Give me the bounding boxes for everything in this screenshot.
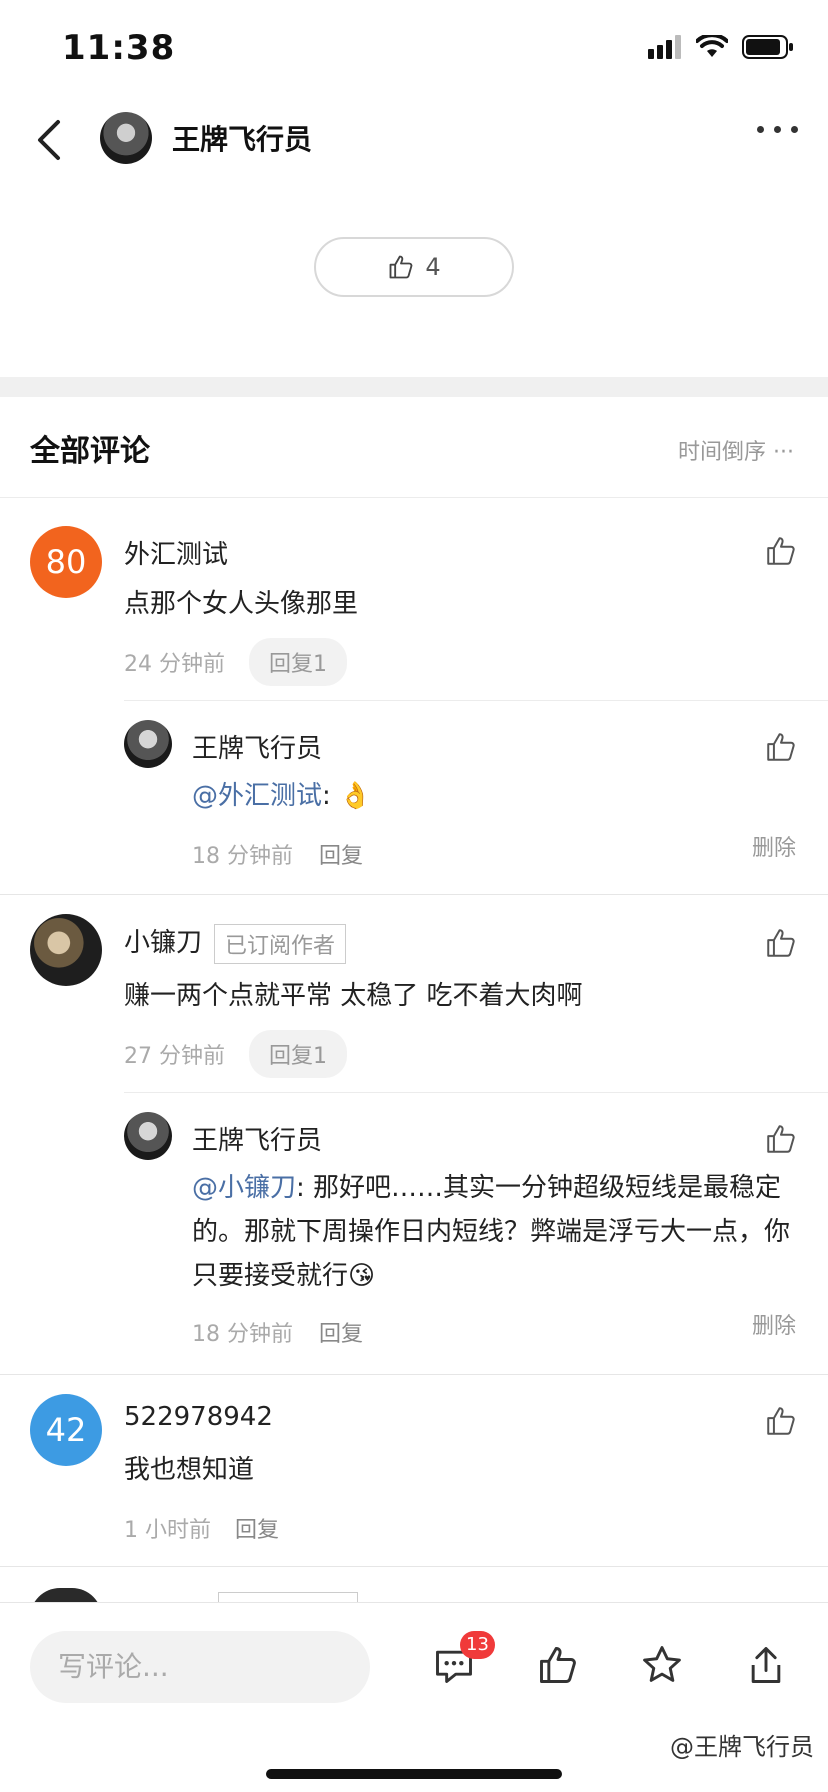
reply-meta: 18 分钟前 回复: [192, 838, 363, 870]
comment-text: 点那个女人头像那里: [124, 589, 359, 619]
reply-meta: 18 分钟前 回复: [192, 1316, 363, 1348]
comment-meta: 27 分钟前 回复1: [124, 1030, 347, 1078]
status-time: 11:38: [62, 28, 176, 68]
home-indicator: [266, 1769, 562, 1779]
thumb-up-icon[interactable]: [764, 1404, 798, 1438]
comment-item: 小镰刀 已订阅作者 赚一两个点就平常 太稳了 吃不着大肉啊 27 分钟前 回复1 …: [0, 896, 828, 1374]
comment-text: 我也想知道: [124, 1455, 255, 1485]
reply-button[interactable]: 回复: [235, 1512, 279, 1544]
divider: [0, 1566, 828, 1567]
avatar[interactable]: [124, 720, 172, 768]
back-icon[interactable]: [30, 114, 70, 166]
comment-author[interactable]: 522978942: [124, 1402, 273, 1432]
divider: [0, 894, 828, 895]
mention-link[interactable]: @小镰刀: [192, 1173, 296, 1203]
status-icons: [648, 34, 794, 60]
avatar[interactable]: [30, 914, 102, 986]
reply-time: 18 分钟前: [192, 1322, 293, 1347]
more-icon[interactable]: [757, 126, 798, 133]
comment-meta: 24 分钟前 回复1: [124, 638, 347, 686]
share-icon[interactable]: [744, 1643, 788, 1687]
nav-bar: 王牌飞行员: [0, 96, 828, 184]
thumb-up-icon: [389, 255, 413, 279]
wifi-icon: [696, 35, 728, 57]
avatar[interactable]: 80: [30, 526, 102, 598]
comment-text: 赚一两个点就平常 太稳了 吃不着大肉啊: [124, 981, 583, 1011]
comment-author[interactable]: 小镰刀 已订阅作者: [124, 922, 347, 964]
thumb-up-icon[interactable]: [764, 534, 798, 568]
comment-author[interactable]: 外汇测试: [124, 534, 228, 571]
divider: [0, 1374, 828, 1375]
divider: [124, 700, 828, 701]
thumb-up-icon[interactable]: [764, 730, 798, 764]
divider: [124, 1092, 828, 1093]
reply-button[interactable]: 回复: [319, 838, 363, 870]
author-avatar[interactable]: [100, 112, 152, 164]
reply-button[interactable]: 回复: [319, 1316, 363, 1348]
comment-item: 42 522978942 我也想知道 1 小时前 回复: [0, 1376, 828, 1566]
reply-text: @外汇测试: 👌: [192, 781, 372, 811]
comment-time: 24 分钟前: [124, 652, 225, 677]
reply-author[interactable]: 王牌飞行员: [192, 728, 322, 765]
delete-button[interactable]: 删除: [752, 1308, 796, 1340]
comment-time: 27 分钟前: [124, 1044, 225, 1069]
battery-icon: [742, 35, 793, 59]
comment-count-badge: 13: [460, 1631, 495, 1659]
section-divider: [0, 377, 828, 397]
thumb-up-icon[interactable]: [536, 1643, 580, 1687]
comment-time: 1 小时前: [124, 1518, 211, 1543]
status-bar: 11:38: [0, 0, 828, 96]
comment-item: 80 外汇测试 点那个女人头像那里 24 分钟前 回复1 王牌飞行员 @外汇测试…: [0, 498, 828, 894]
reply-count-button[interactable]: 回复1: [249, 638, 347, 686]
reply-author[interactable]: 王牌飞行员: [192, 1120, 322, 1157]
delete-button[interactable]: 删除: [752, 830, 796, 862]
comments-header: 全部评论 时间倒序 ···: [0, 398, 828, 498]
avatar[interactable]: [124, 1112, 172, 1160]
mention-link[interactable]: @外汇测试: [192, 781, 322, 811]
star-icon[interactable]: [640, 1643, 684, 1687]
thumb-up-icon[interactable]: [764, 926, 798, 960]
reply-count-button[interactable]: 回复1: [249, 1030, 347, 1078]
avatar[interactable]: 42: [30, 1394, 102, 1466]
signal-icon: [648, 35, 681, 59]
comments-title: 全部评论: [30, 434, 150, 469]
reply-text: @小镰刀: 那好吧……其实一分钟超级短线是最稳定的。那就下周操作日内短线？弊端是…: [192, 1173, 791, 1291]
watermark: @王牌飞行员: [670, 1733, 814, 1761]
bottom-bar: 写评论... 13 @王牌飞行员: [0, 1602, 828, 1792]
thumb-up-icon[interactable]: [764, 1122, 798, 1156]
author-name[interactable]: 王牌飞行员: [172, 118, 312, 158]
reply-time: 18 分钟前: [192, 844, 293, 869]
sort-toggle[interactable]: 时间倒序 ···: [678, 434, 794, 466]
comment-input[interactable]: 写评论...: [30, 1631, 370, 1703]
comment-meta: 1 小时前 回复: [124, 1512, 279, 1544]
like-button[interactable]: 4: [314, 237, 514, 297]
subscriber-badge: 已订阅作者: [214, 923, 347, 964]
like-count: 4: [425, 253, 441, 281]
